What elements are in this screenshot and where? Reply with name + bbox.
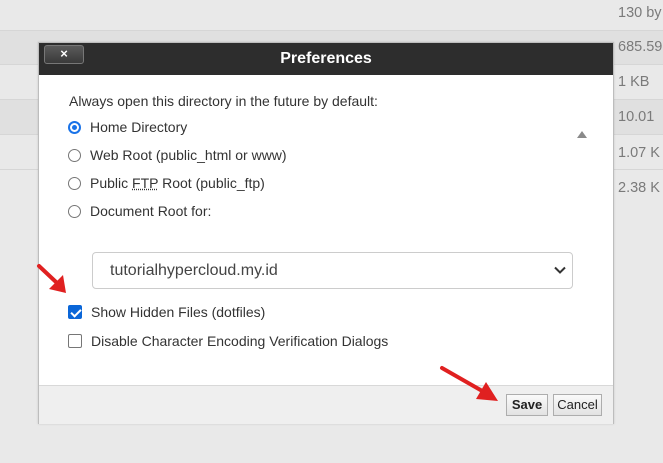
label-suffix: Root (public_ftp): [158, 175, 265, 191]
label-prefix: Public: [90, 175, 133, 191]
domain-select-value: tutorialhypercloud.my.id: [110, 262, 278, 279]
scroll-up-icon[interactable]: [576, 129, 588, 139]
checkbox-show-hidden-files[interactable]: Show Hidden Files (dotfiles): [68, 302, 265, 322]
radio-label: Document Root for:: [90, 203, 212, 219]
radio-label: Public FTP Root (public_ftp): [90, 175, 265, 191]
dialog-body: Always open this directory in the future…: [39, 75, 613, 393]
table-row: 130 by: [0, 0, 663, 31]
radio-web-root[interactable]: Web Root (public_html or www): [68, 145, 287, 165]
default-directory-prompt: Always open this directory in the future…: [69, 93, 378, 109]
checkbox-label: Disable Character Encoding Verification …: [91, 333, 389, 349]
preferences-dialog: × Preferences Always open this directory…: [38, 42, 614, 424]
radio-document-root[interactable]: Document Root for:: [68, 201, 211, 221]
dialog-title: Preferences: [280, 50, 372, 67]
checkbox[interactable]: [68, 334, 82, 348]
radio-button[interactable]: [68, 176, 81, 190]
file-size: 1 KB: [618, 74, 650, 90]
save-button[interactable]: Save: [506, 394, 548, 416]
dialog-titlebar: × Preferences: [39, 43, 613, 75]
file-size: 1.07 K: [618, 145, 660, 161]
cancel-button[interactable]: Cancel: [553, 394, 602, 416]
dialog-footer: Save Cancel: [39, 385, 613, 424]
checkbox[interactable]: [68, 305, 82, 319]
checkbox-label: Show Hidden Files (dotfiles): [91, 304, 266, 320]
chevron-down-icon: [554, 266, 566, 274]
domain-select[interactable]: tutorialhypercloud.my.id: [92, 252, 573, 289]
radio-button[interactable]: [68, 148, 81, 162]
radio-home-directory[interactable]: Home Directory: [68, 117, 187, 137]
radio-public-ftp-root[interactable]: Public FTP Root (public_ftp): [68, 173, 265, 193]
checkbox-disable-encoding-dialogs[interactable]: Disable Character Encoding Verification …: [68, 331, 388, 351]
radio-label: Home Directory: [90, 119, 188, 135]
radio-button[interactable]: [68, 204, 81, 218]
file-size: 685.59: [618, 39, 663, 55]
radio-label: Web Root (public_html or www): [90, 147, 287, 163]
radio-button[interactable]: [68, 120, 81, 134]
file-size: 2.38 K: [618, 180, 660, 196]
file-size: 130 by: [618, 5, 662, 21]
file-size: 10.01: [618, 109, 655, 125]
ftp-abbreviation: FTP: [132, 175, 159, 191]
